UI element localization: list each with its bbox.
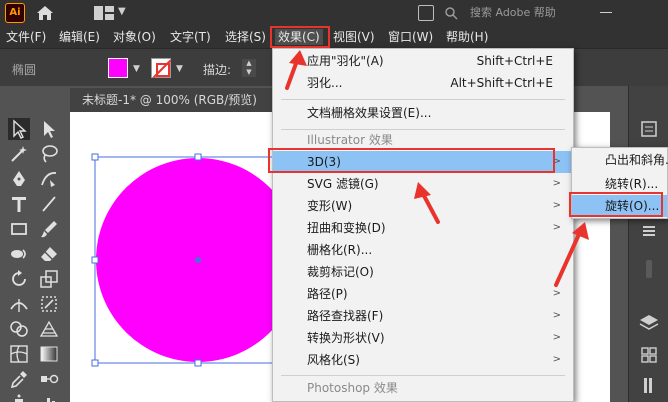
panel-dock — [628, 86, 668, 402]
chevron-down-icon[interactable]: ▼ — [118, 6, 126, 17]
document-tab[interactable]: 未标题-1* @ 100% (RGB/预览) — [70, 88, 280, 112]
pen-tool-icon[interactable] — [8, 168, 30, 190]
menu-separator — [281, 375, 565, 376]
fill-color-swatch[interactable] — [108, 58, 128, 78]
menu-item-pathfinder[interactable]: 路径查找器(F) > — [273, 305, 573, 327]
selection-tool-icon[interactable] — [8, 118, 30, 140]
chevron-right-icon: > — [552, 332, 561, 343]
menu-item-extrude-bevel[interactable]: 凸出和斜角... — [572, 149, 668, 171]
menu-item-warp[interactable]: 变形(W) > — [273, 195, 573, 217]
blend-tool-icon[interactable] — [38, 368, 60, 390]
width-tool-icon[interactable] — [8, 293, 30, 315]
menu-item-apply-feather[interactable]: 应用"羽化"(A) Shift+Ctrl+E — [273, 50, 573, 72]
tools-panel — [0, 86, 68, 402]
shape-builder-tool-icon[interactable] — [8, 318, 30, 340]
minimize-icon[interactable] — [600, 12, 612, 13]
paintbrush-tool-icon[interactable] — [38, 218, 60, 240]
menu-window[interactable]: 窗口(W) — [388, 29, 433, 45]
chevron-right-icon: > — [552, 288, 561, 299]
workspace-icon[interactable] — [94, 6, 114, 20]
rectangle-tool-icon[interactable] — [8, 218, 30, 240]
bbox-handle[interactable] — [91, 256, 99, 264]
menu-item-revolve[interactable]: 绕转(R)... — [572, 173, 667, 195]
menu-item-3d[interactable]: 3D(3) > — [273, 151, 573, 173]
type-tool-icon[interactable] — [8, 193, 30, 215]
3d-submenu: 凸出和斜角... 绕转(R)... 旋转(O)... — [571, 147, 668, 219]
chevron-down-icon[interactable]: ▼ — [176, 64, 183, 74]
menu-select[interactable]: 选择(S) — [225, 29, 266, 45]
menu-item-crop-marks[interactable]: 裁剪标记(O) — [273, 261, 573, 283]
chevron-right-icon: > — [552, 354, 561, 365]
menu-help[interactable]: 帮助(H) — [446, 29, 488, 45]
menu-section-photoshop-effects: Photoshop 效果 — [307, 381, 398, 395]
curvature-tool-icon[interactable] — [38, 168, 60, 190]
chevron-right-icon: > — [552, 178, 561, 189]
menu-item-distort-transform[interactable]: 扭曲和变换(D) > — [273, 217, 573, 239]
perspective-grid-tool-icon[interactable] — [38, 318, 60, 340]
effect-menu: 应用"羽化"(A) Shift+Ctrl+E 羽化... Alt+Shift+C… — [272, 48, 574, 402]
rotate-tool-icon[interactable] — [8, 268, 30, 290]
menu-type[interactable]: 文字(T) — [170, 29, 211, 45]
menu-object[interactable]: 对象(O) — [113, 29, 156, 45]
libraries-panel-icon[interactable] — [638, 374, 660, 396]
symbol-sprayer-tool-icon[interactable] — [8, 393, 30, 402]
menu-item-raster-settings[interactable]: 文档栅格效果设置(E)... — [273, 102, 573, 124]
help-search[interactable]: 搜索 Adobe 帮助 — [444, 3, 562, 23]
brushes-panel-icon[interactable] — [638, 220, 660, 242]
stroke-weight-stepper[interactable]: ▲ ▼ — [242, 59, 256, 77]
lasso-tool-icon[interactable] — [38, 143, 60, 165]
menu-edit[interactable]: 编辑(E) — [59, 29, 100, 45]
menu-separator — [281, 99, 565, 100]
app-logo: Ai — [5, 3, 25, 23]
menu-item-path[interactable]: 路径(P) > — [273, 283, 573, 305]
menu-item-rotate[interactable]: 旋转(O)... — [572, 195, 667, 217]
chevron-right-icon: > — [552, 222, 561, 233]
home-icon[interactable] — [36, 4, 54, 22]
eraser-tool-icon[interactable] — [38, 243, 60, 265]
menu-item-rasterize[interactable]: 栅格化(R)... — [273, 239, 573, 261]
bbox-handle[interactable] — [194, 153, 202, 161]
free-transform-tool-icon[interactable] — [38, 293, 60, 315]
shortcut-label: Shift+Ctrl+E — [476, 54, 553, 68]
menu-item-feather[interactable]: 羽化... Alt+Shift+Ctrl+E — [273, 72, 573, 94]
panel-scroll-handle[interactable] — [638, 258, 660, 280]
menu-section-illustrator-effects: Illustrator 效果 — [307, 133, 393, 147]
mesh-tool-icon[interactable] — [8, 343, 30, 365]
bbox-handle[interactable] — [194, 359, 202, 367]
shortcut-label: Alt+Shift+Ctrl+E — [450, 76, 553, 90]
graph-tool-icon[interactable] — [38, 393, 60, 402]
menu-bar: 文件(F) 编辑(E) 对象(O) 文字(T) 选择(S) 效果(C) 视图(V… — [0, 26, 668, 48]
magic-wand-tool-icon[interactable] — [8, 143, 30, 165]
stroke-color-swatch[interactable] — [151, 58, 171, 78]
search-input[interactable]: 搜索 Adobe 帮助 — [470, 3, 556, 23]
menu-item-stylize[interactable]: 风格化(S) > — [273, 349, 573, 371]
eyedropper-tool-icon[interactable] — [8, 368, 30, 390]
gradient-tool-icon[interactable] — [38, 343, 60, 365]
ellipse-center-point — [195, 257, 201, 263]
menu-file[interactable]: 文件(F) — [6, 29, 46, 45]
bbox-handle[interactable] — [91, 359, 99, 367]
stroke-label: 描边: — [203, 63, 232, 77]
chevron-right-icon: > — [552, 156, 561, 167]
menu-item-convert-to-shape[interactable]: 转换为形状(V) > — [273, 327, 573, 349]
scale-tool-icon[interactable] — [38, 268, 60, 290]
layers-panel-icon[interactable] — [638, 312, 660, 334]
shaper-tool-icon[interactable] — [8, 243, 30, 265]
menu-item-svg-filters[interactable]: SVG 滤镜(G) > — [273, 173, 573, 195]
chevron-right-icon: > — [552, 310, 561, 321]
menu-view[interactable]: 视图(V) — [333, 29, 375, 45]
chevron-down-icon[interactable]: ▼ — [133, 64, 140, 74]
bbox-handle[interactable] — [91, 153, 99, 161]
properties-panel-icon[interactable] — [638, 118, 660, 140]
search-icon — [445, 7, 458, 20]
line-tool-icon[interactable] — [38, 193, 60, 215]
chevron-right-icon: > — [552, 200, 561, 211]
direct-selection-tool-icon[interactable] — [38, 118, 60, 140]
artboards-panel-icon[interactable] — [638, 344, 660, 366]
selection-type-label: 椭圆 — [12, 63, 37, 77]
arrange-documents-icon[interactable] — [418, 5, 434, 21]
menu-effect[interactable]: 效果(C) — [275, 29, 323, 45]
app-bar: Ai ▼ 搜索 Adobe 帮助 — [0, 0, 668, 26]
